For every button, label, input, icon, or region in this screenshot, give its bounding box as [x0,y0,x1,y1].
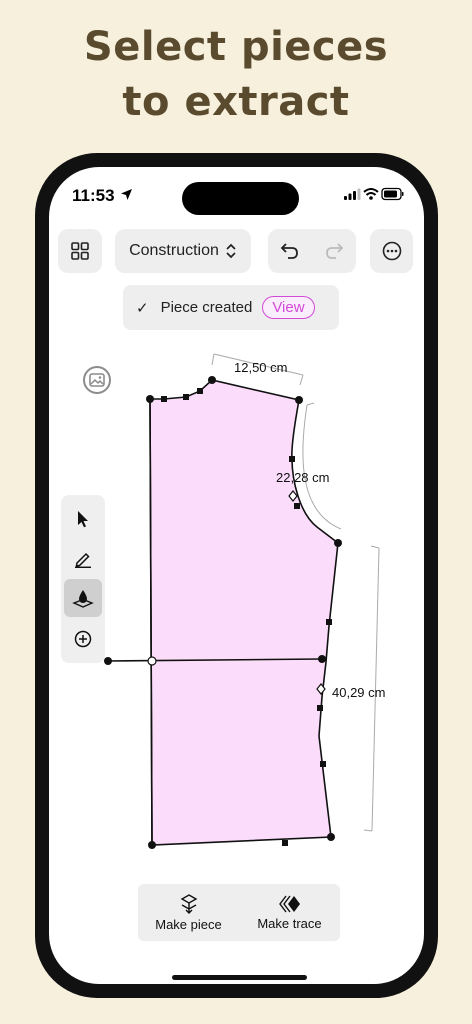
fill-tool[interactable] [64,579,102,617]
phone-frame: 11:53 Construction ✓ Piece created View … [35,153,438,998]
add-tool[interactable] [64,620,102,658]
add-icon [74,630,92,648]
headline-line-2: to extract [122,79,350,125]
make-trace-label: Make trace [257,915,322,931]
pencil-icon [75,552,91,568]
draw-tool[interactable] [64,540,102,578]
bottom-action-bar: Make piece Make trace [138,884,340,941]
side-length-label: 40,29 cm [332,685,385,700]
make-piece-icon [180,893,197,914]
fill-icon [72,590,94,608]
make-trace-icon [278,895,300,912]
pointer-icon [78,511,88,528]
armhole-length-label: 22,28 cm [276,470,329,485]
make-trace-button[interactable]: Make trace [239,884,340,941]
tool-palette [61,495,105,663]
select-tool[interactable] [64,500,102,538]
app-screen: 11:53 Construction ✓ Piece created View … [49,167,424,984]
shoulder-length-label: 12,50 cm [234,360,287,375]
armhole-dimension [302,402,342,530]
make-piece-button[interactable]: Make piece [138,884,239,941]
make-piece-label: Make piece [155,916,222,932]
pattern-canvas[interactable]: 12,50 cm 22,28 cm 40,29 cm [49,167,424,867]
headline-line-1: Select pieces [83,24,389,70]
bodice-piece[interactable] [149,379,339,846]
headline: Select pieces to extract [0,20,472,130]
home-indicator [172,975,307,980]
